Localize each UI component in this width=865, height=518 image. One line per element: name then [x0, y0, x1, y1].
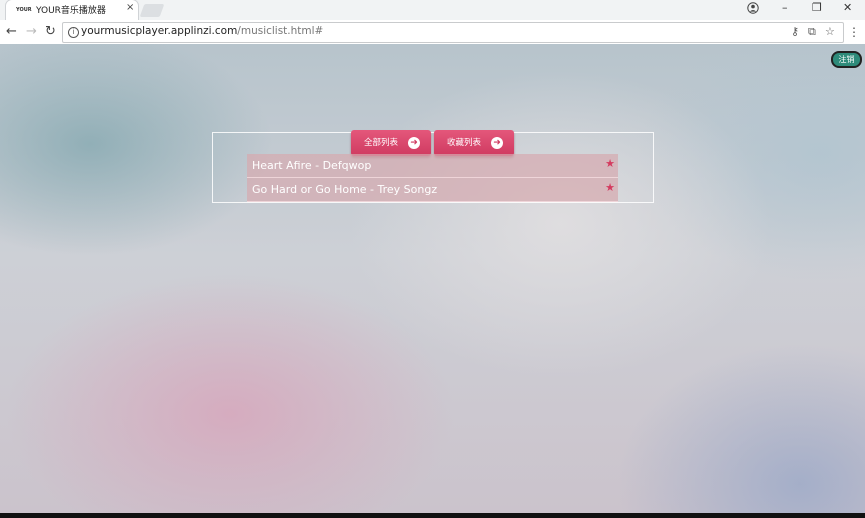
address-bar[interactable]: i yourmusicplayer.applinzi.com/musiclist… — [62, 22, 844, 43]
minimize-icon[interactable]: – — [782, 1, 788, 14]
favorites-list-button[interactable]: 收藏列表 ➜ — [434, 130, 514, 156]
restore-icon[interactable]: ❐ — [812, 1, 822, 14]
menu-icon[interactable]: ⋮ — [848, 24, 860, 40]
browser-titlebar: YOUR YOUR音乐播放器 × – ❐ ✕ — [0, 0, 865, 20]
favorite-star-icon[interactable]: ★ — [605, 157, 615, 170]
new-tab-button[interactable] — [139, 4, 165, 17]
page-viewport: 注销 全部列表 ➜ 收藏列表 ➜ Heart Afire - Defqwop ★… — [0, 44, 865, 513]
bookmark-star-icon[interactable]: ☆ — [825, 25, 835, 38]
url-path: /musiclist.html# — [237, 25, 324, 37]
back-icon[interactable]: ← — [6, 24, 17, 40]
browser-toolbar: ← → ↻ i yourmusicplayer.applinzi.com/mus… — [0, 20, 865, 45]
browser-tab[interactable]: YOUR YOUR音乐播放器 × — [6, 0, 138, 20]
info-icon[interactable]: i — [68, 27, 79, 38]
reload-icon[interactable]: ↻ — [45, 24, 56, 40]
song-title: Go Hard or Go Home - Trey Songz — [252, 183, 438, 196]
song-row[interactable]: Go Hard or Go Home - Trey Songz ★ — [247, 178, 618, 202]
logout-button[interactable]: 注销 — [831, 51, 862, 68]
tab-favicon-icon: YOUR — [16, 7, 32, 13]
favorites-list-label: 收藏列表 — [447, 138, 482, 148]
tab-title: YOUR音乐播放器 — [36, 6, 106, 16]
arrow-right-icon: ➜ — [408, 137, 420, 149]
translate-icon[interactable]: ⧉ — [808, 25, 816, 39]
song-list: Heart Afire - Defqwop ★ Go Hard or Go Ho… — [247, 154, 618, 202]
song-title: Heart Afire - Defqwop — [252, 159, 372, 172]
url-text: yourmusicplayer.applinzi.com/musiclist.h… — [81, 25, 323, 37]
all-list-label: 全部列表 — [364, 138, 399, 148]
close-window-icon[interactable]: ✕ — [843, 1, 852, 14]
profile-icon[interactable] — [747, 2, 759, 14]
url-host: yourmusicplayer.applinzi.com — [81, 25, 238, 37]
key-icon[interactable]: ⚷ — [791, 25, 799, 38]
all-list-button[interactable]: 全部列表 ➜ — [351, 130, 431, 156]
tab-close-icon[interactable]: × — [126, 2, 134, 13]
forward-icon[interactable]: → — [26, 24, 37, 40]
favorite-star-icon[interactable]: ★ — [605, 181, 615, 194]
song-row[interactable]: Heart Afire - Defqwop ★ — [247, 154, 618, 178]
arrow-right-icon: ➜ — [491, 137, 503, 149]
taskbar — [0, 513, 865, 518]
